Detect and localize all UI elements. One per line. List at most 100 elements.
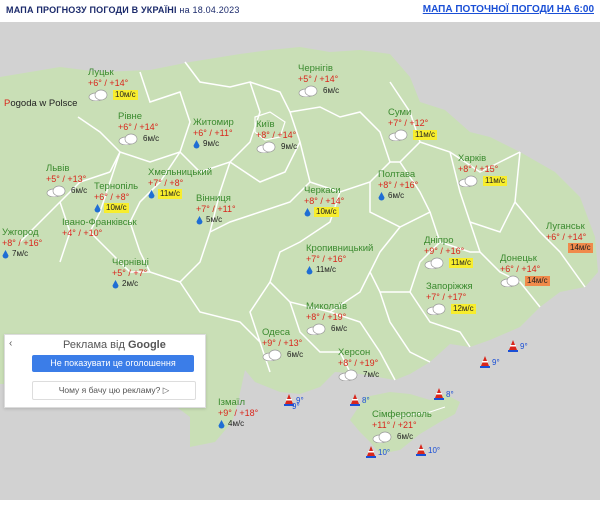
temperature-range: +6° / +14° bbox=[88, 78, 129, 88]
wind-speed: 6м/с bbox=[71, 186, 88, 195]
city-lviv[interactable]: Львів +5° / +13° 6м/с bbox=[46, 164, 87, 197]
temperature-range: +6° / +14° bbox=[500, 264, 541, 274]
sea-temperature-marker: 10° bbox=[416, 444, 440, 456]
city-kropyvnytskyi[interactable]: Кропивницький +7° / +16° 11м/с bbox=[306, 244, 373, 275]
wind-speed: 5м/с bbox=[206, 215, 223, 224]
city-kherson[interactable]: Херсон +8° / +19° 7м/с bbox=[338, 348, 379, 381]
header-bar: МАПА ПРОГНОЗУ ПОГОДИ В УКРАЇНІ на 18.04.… bbox=[0, 0, 600, 22]
sea-temperature-marker: 9° bbox=[292, 402, 300, 411]
rain-drop-icon bbox=[2, 249, 9, 258]
ad-panel: ‹ Реклама від Google Не показувати це ог… bbox=[4, 334, 206, 408]
city-name: Чернівці bbox=[112, 257, 149, 268]
poland-weather-link[interactable]: Pogoda w Polsce bbox=[4, 98, 77, 109]
wind-speed: 11м/с bbox=[316, 265, 337, 274]
cloud-icon bbox=[306, 323, 326, 335]
rain-drop-icon bbox=[94, 203, 101, 212]
current-weather-map-link[interactable]: МАПА ПОТОЧНОЇ ПОГОДИ НА 6:00 bbox=[423, 4, 594, 15]
wind-speed: 6м/с bbox=[388, 191, 405, 200]
cloud-icon bbox=[458, 175, 478, 187]
city-izmail[interactable]: Ізмаїл +9° / +18° 4м/с bbox=[218, 398, 258, 429]
buoy-icon bbox=[366, 446, 376, 458]
city-odesa[interactable]: Одеса +9° / +13° 6м/с bbox=[262, 328, 303, 361]
city-dnipro[interactable]: Дніпро +9° / +16° 11м/с bbox=[424, 235, 474, 269]
wind-speed: 2м/с bbox=[122, 279, 139, 288]
city-name: Хмельницький bbox=[148, 167, 213, 178]
city-name: Рівне bbox=[118, 111, 143, 122]
sea-temperature-marker: 9° bbox=[480, 356, 500, 368]
temperature-range: +8° / +14° bbox=[304, 196, 345, 206]
back-arrow-icon[interactable]: ‹ bbox=[9, 338, 12, 349]
temperature-range: +11° / +21° bbox=[372, 420, 417, 430]
city-name: Київ bbox=[256, 119, 275, 130]
why-this-ad-button[interactable]: Чому я бачу цю рекламу? ▷ bbox=[32, 381, 196, 400]
temperature-range: +8° / +19° bbox=[338, 358, 379, 368]
city-kyiv[interactable]: Київ +8° / +14° 9м/с bbox=[256, 120, 297, 153]
city-ivano-frankivsk[interactable]: Івано-Франківськ +4° / +10° bbox=[62, 217, 137, 239]
wind-speed: 14м/с bbox=[525, 276, 550, 286]
temperature-range: +9° / +18° bbox=[218, 408, 259, 418]
city-name: Львів bbox=[46, 163, 70, 174]
wind-speed: 11м/с bbox=[449, 258, 474, 268]
wind-speed: 14м/с bbox=[568, 243, 593, 253]
temperature-range: +6° / +14° bbox=[118, 122, 159, 132]
city-name: Луганськ bbox=[546, 221, 585, 232]
buoy-icon bbox=[434, 388, 444, 400]
city-name: Дніпро bbox=[424, 235, 454, 246]
sea-temperature-marker: 8° bbox=[434, 388, 454, 400]
cloud-icon bbox=[46, 185, 66, 197]
temperature-range: +6° / +8° bbox=[94, 192, 130, 202]
city-name: Ізмаїл bbox=[218, 397, 245, 408]
temperature-range: +8° / +14° bbox=[256, 130, 297, 140]
buoy-icon bbox=[508, 340, 518, 352]
city-poltava[interactable]: Полтава +8° / +16° 6м/с bbox=[378, 170, 418, 201]
city-ternopil[interactable]: Тернопіль +6° / +8° 10м/с bbox=[94, 182, 138, 213]
city-chernivtsi[interactable]: Чернівці +5° / +7° 2м/с bbox=[112, 258, 149, 289]
city-zaporizhzhia[interactable]: Запоріжжя +7° / +17° 12м/с bbox=[426, 282, 476, 315]
city-donetsk[interactable]: Донецьк +6° / +14° 14м/с bbox=[500, 254, 550, 287]
wind-speed: 11м/с bbox=[483, 176, 508, 186]
temperature-range: +5° / +13° bbox=[46, 174, 87, 184]
city-zhytomyr[interactable]: Житомир +6° / +11° 9м/с bbox=[193, 118, 234, 149]
info-play-icon: ▷ bbox=[162, 385, 170, 395]
city-sumy[interactable]: Суми +7° / +12° 11м/с bbox=[388, 108, 438, 141]
city-simferopol[interactable]: Сімферополь +11° / +21° 6м/с bbox=[372, 410, 432, 443]
buoy-icon bbox=[480, 356, 490, 368]
city-chernihiv[interactable]: Чернігів +5° / +14° 6м/с bbox=[298, 64, 339, 97]
city-name: Донецьк bbox=[500, 253, 537, 264]
rain-drop-icon bbox=[196, 215, 203, 224]
cloud-icon bbox=[372, 431, 392, 443]
rain-drop-icon bbox=[218, 419, 225, 428]
temperature-range: +8° / +16° bbox=[378, 180, 419, 190]
cloud-icon bbox=[500, 275, 520, 287]
wind-speed: 10м/с bbox=[314, 207, 339, 217]
city-kharkiv[interactable]: Харків +8° / +15° 11м/с bbox=[458, 154, 508, 187]
city-lutsk[interactable]: Луцьк +6° / +14° 10м/с bbox=[88, 68, 138, 101]
sea-temperature-marker: 8° bbox=[350, 394, 370, 406]
city-rivne[interactable]: Рівне +6° / +14° 6м/с bbox=[118, 112, 159, 145]
city-name: Луцьк bbox=[88, 67, 114, 78]
temperature-range: +7° / +17° bbox=[426, 292, 467, 302]
city-name: Кропивницький bbox=[306, 243, 374, 254]
city-vinnytsia[interactable]: Вінниця +7° / +11° 5м/с bbox=[196, 194, 236, 225]
buoy-icon bbox=[350, 394, 360, 406]
cloud-icon bbox=[88, 89, 108, 101]
wind-speed: 6м/с bbox=[331, 324, 348, 333]
city-name: Полтава bbox=[378, 169, 416, 180]
city-luhansk[interactable]: Луганськ +6° / +14° 14м/с bbox=[546, 222, 593, 253]
hide-ad-button[interactable]: Не показувати це оголошення bbox=[32, 355, 194, 372]
cloud-icon bbox=[338, 369, 358, 381]
forecast-date: на 18.04.2023 bbox=[179, 5, 240, 15]
city-name: Івано-Франківськ bbox=[62, 217, 137, 228]
city-name: Вінниця bbox=[196, 193, 231, 204]
wind-speed: 10м/с bbox=[104, 203, 129, 213]
city-name: Тернопіль bbox=[94, 181, 139, 192]
temperature-range: +9° / +13° bbox=[262, 338, 303, 348]
cloud-icon bbox=[426, 303, 446, 315]
wind-speed: 7м/с bbox=[363, 370, 380, 379]
temperature-range: +7° / +16° bbox=[306, 254, 347, 264]
cloud-icon bbox=[118, 133, 138, 145]
city-mykolaiv[interactable]: Миколаїв +8° / +19° 6м/с bbox=[306, 302, 347, 335]
city-cherkasy[interactable]: Черкаси +8° / +14° 10м/с bbox=[304, 186, 344, 217]
city-uzhhorod[interactable]: Ужгород +8° / +16° 7м/с bbox=[2, 228, 42, 259]
wind-speed: 6м/с bbox=[287, 350, 304, 359]
